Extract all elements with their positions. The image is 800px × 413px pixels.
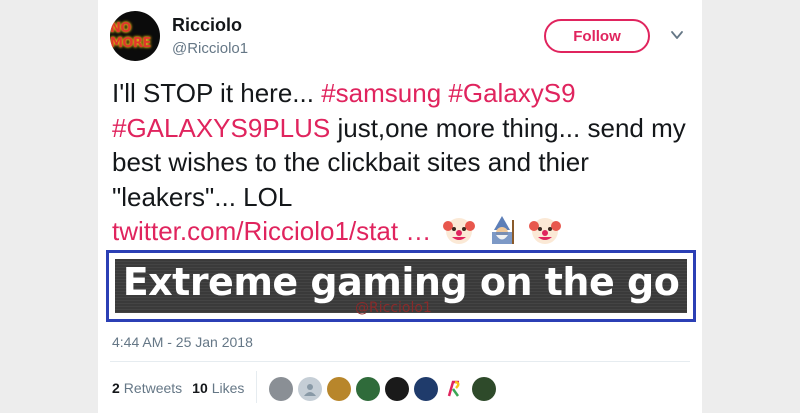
brand-logo-icon — [447, 380, 460, 397]
retweets-label: Retweets — [123, 380, 183, 396]
stats-separator — [256, 371, 257, 403]
tweet-text-part1: I'll STOP it here... — [112, 78, 322, 108]
liker-avatar-7[interactable] — [443, 377, 467, 401]
media-title: Extreme gaming on the go — [122, 260, 680, 304]
media-highlight-box[interactable]: Extreme gaming on the go @Ricciolo1 — [106, 250, 696, 322]
likes-label: Likes — [211, 380, 245, 396]
mage-icon — [491, 216, 514, 244]
hashtag-samsung[interactable]: #samsung — [321, 78, 441, 108]
tweet-timestamp[interactable]: 4:44 AM - 25 Jan 2018 — [112, 334, 253, 350]
retweets-stat[interactable]: 2 Retweets — [112, 380, 182, 396]
retweets-count: 2 — [112, 380, 120, 396]
liker-avatar-5[interactable] — [385, 377, 409, 401]
liker-avatars — [269, 377, 496, 401]
tweet-stats: 2 Retweets 10 Likes — [112, 380, 244, 396]
divider — [110, 361, 690, 362]
follow-button[interactable]: Follow — [544, 19, 650, 53]
tweet-card: NO MORE Ricciolo @Ricciolo1 Follow I'll … — [98, 0, 702, 413]
likes-count: 10 — [192, 380, 208, 396]
chevron-down-icon[interactable] — [670, 28, 684, 42]
likes-stat[interactable]: 10 Likes — [192, 380, 244, 396]
avatar[interactable]: NO MORE — [110, 11, 160, 61]
hashtag-galaxys9plus[interactable]: #GALAXYS9PLUS — [112, 113, 330, 143]
user-name[interactable]: Ricciolo — [172, 15, 242, 36]
clown-face-icon-2 — [529, 218, 562, 244]
clown-face-icon — [442, 218, 475, 244]
media-watermark: @Ricciolo1 — [355, 300, 432, 316]
avatar-text: NO MORE — [110, 21, 151, 51]
hashtag-galaxys9[interactable]: #GalaxyS9 — [448, 78, 575, 108]
tweet-text: I'll STOP it here... #samsung #GalaxyS9 … — [112, 76, 692, 249]
liker-avatar-3[interactable] — [327, 377, 351, 401]
media-image[interactable]: Extreme gaming on the go @Ricciolo1 — [115, 259, 687, 316]
liker-avatar-2[interactable] — [298, 377, 322, 401]
liker-avatar-1[interactable] — [269, 377, 293, 401]
user-handle[interactable]: @Ricciolo1 — [172, 40, 248, 57]
default-user-icon — [304, 384, 316, 396]
tweet-link[interactable]: twitter.com/Ricciolo1/stat … — [112, 216, 431, 246]
liker-avatar-6[interactable] — [414, 377, 438, 401]
liker-avatar-8[interactable] — [472, 377, 496, 401]
liker-avatar-4[interactable] — [356, 377, 380, 401]
